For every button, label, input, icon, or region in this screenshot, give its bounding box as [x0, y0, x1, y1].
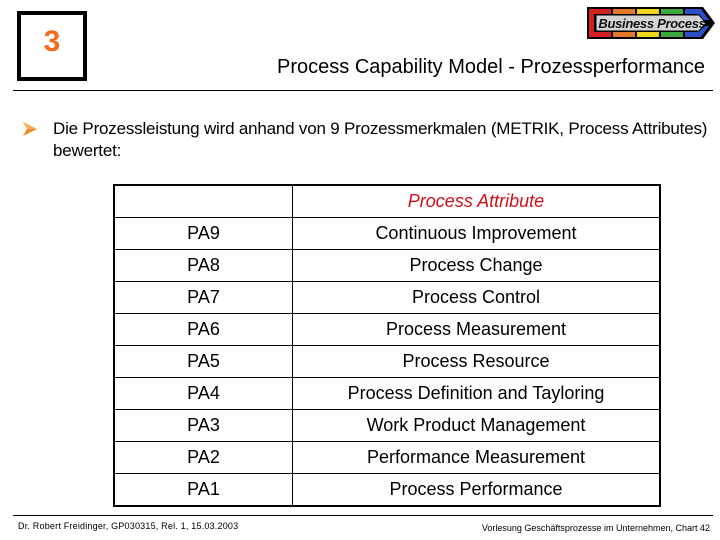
pa-id-cell: PA5: [113, 345, 293, 378]
bullet-point: Die Prozessleistung wird anhand von 9 Pr…: [22, 118, 712, 162]
table-row: PA5 Process Resource: [113, 345, 661, 378]
page-title: Process Capability Model - Prozessperfor…: [277, 56, 705, 78]
process-attribute-table: Process Attribute PA9 Continuous Improvem…: [113, 184, 661, 507]
table-row: PA8 Process Change: [113, 249, 661, 282]
arrow-bullet-icon: [23, 122, 37, 136]
chapter-number: 3: [43, 25, 61, 58]
header-divider: [13, 90, 713, 91]
business-process-logo: Business Process: [585, 3, 717, 43]
pa-id-cell: PA4: [113, 377, 293, 410]
pa-attribute-cell: Process Resource: [292, 345, 661, 378]
logo-text: Business Process: [598, 16, 706, 31]
pa-attribute-cell: Performance Measurement: [292, 441, 661, 474]
footer-divider: [13, 515, 713, 516]
chapter-number-box: 3: [17, 11, 87, 81]
pa-attribute-cell: Work Product Management: [292, 409, 661, 442]
table-row: PA7 Process Control: [113, 281, 661, 314]
header-attribute-cell: Process Attribute: [292, 184, 661, 218]
pa-attribute-cell: Process Change: [292, 249, 661, 282]
table-header-row: Process Attribute: [113, 184, 661, 218]
pa-id-cell: PA3: [113, 409, 293, 442]
header-id-cell: [113, 184, 293, 218]
bullet-text: Die Prozessleistung wird anhand von 9 Pr…: [53, 119, 708, 160]
pa-attribute-cell: Process Definition and Tayloring: [292, 377, 661, 410]
pa-id-cell: PA2: [113, 441, 293, 474]
table-row: PA2 Performance Measurement: [113, 441, 661, 474]
table-row: PA4 Process Definition and Tayloring: [113, 377, 661, 410]
table-row: PA3 Work Product Management: [113, 409, 661, 442]
pa-id-cell: PA9: [113, 217, 293, 250]
pa-attribute-cell: Process Measurement: [292, 313, 661, 346]
pa-id-cell: PA8: [113, 249, 293, 282]
footer-author: Dr. Robert Freidinger, GP030315, Rel. 1,…: [18, 521, 239, 531]
pa-attribute-cell: Process Control: [292, 281, 661, 314]
pa-id-cell: PA7: [113, 281, 293, 314]
footer-chart-info: Vorlesung Geschäftsprozesse im Unternehm…: [481, 523, 710, 533]
pa-id-cell: PA1: [113, 473, 293, 507]
table-row: PA9 Continuous Improvement: [113, 217, 661, 250]
pa-attribute-cell: Process Performance: [292, 473, 661, 507]
table-row: PA6 Process Measurement: [113, 313, 661, 346]
pa-id-cell: PA6: [113, 313, 293, 346]
pa-attribute-cell: Continuous Improvement: [292, 217, 661, 250]
table-row: PA1 Process Performance: [113, 473, 661, 507]
